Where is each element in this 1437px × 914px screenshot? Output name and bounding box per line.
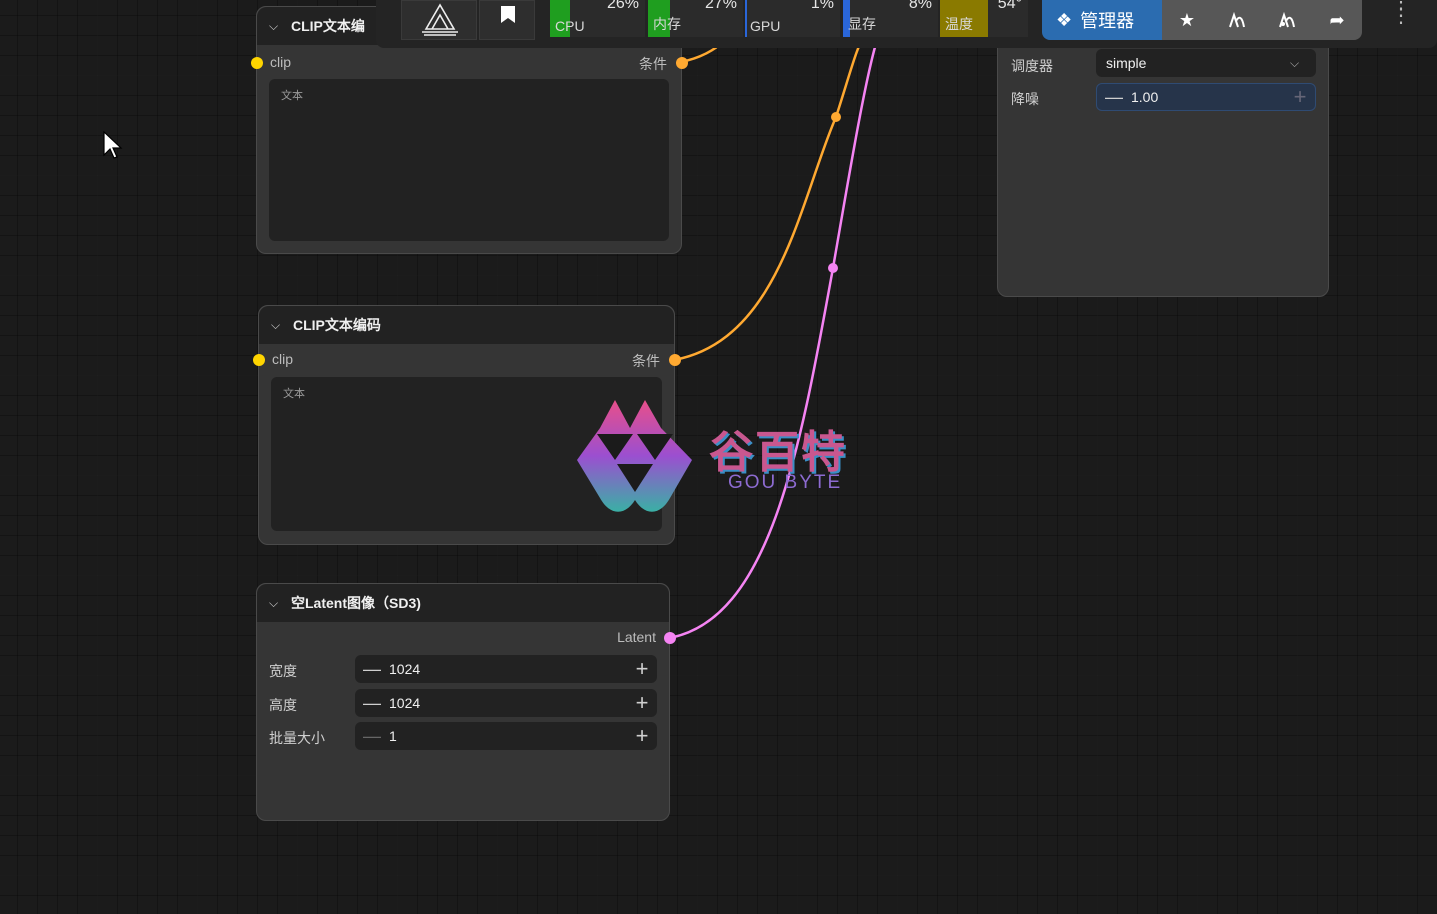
text-placeholder: 文本: [281, 90, 303, 102]
collapse-chevron-icon[interactable]: ⌵: [271, 318, 293, 333]
condition-output-label: 条件: [632, 353, 660, 369]
ram-value: 27%: [704, 0, 737, 12]
batch-size-stepper[interactable]: — 1 +: [355, 722, 657, 750]
graph-icon[interactable]: [1212, 0, 1262, 40]
batch-size-value[interactable]: 1: [389, 728, 627, 744]
mouse-cursor-icon: [103, 131, 123, 159]
width-label: 宽度: [269, 663, 297, 679]
scheduler-select[interactable]: simple ⌵: [1096, 49, 1316, 77]
watermark-logo: 谷百特 GOU BYTE: [575, 398, 865, 521]
decrement-icon[interactable]: —: [355, 659, 389, 680]
scheduler-value[interactable]: simple: [1106, 55, 1290, 71]
decrement-icon[interactable]: —: [1097, 87, 1131, 108]
node-header[interactable]: ⌵ 空Latent图像（SD3): [257, 584, 669, 622]
decrement-icon[interactable]: —: [355, 693, 389, 714]
manager-label: 管理器: [1080, 11, 1135, 31]
increment-icon[interactable]: +: [627, 658, 657, 680]
vram-value: 8%: [908, 0, 932, 12]
manager-button[interactable]: ❖ 管理器: [1042, 0, 1162, 40]
kebab-menu-icon[interactable]: ⋮ ⋮: [1391, 0, 1411, 26]
chevron-down-icon: ⌵: [1290, 55, 1300, 70]
cpu-value: 26%: [606, 0, 639, 12]
gpu-value: 1%: [810, 0, 834, 12]
width-value[interactable]: 1024: [389, 661, 627, 677]
clip-input-dot[interactable]: [251, 57, 263, 69]
increment-icon[interactable]: +: [1285, 86, 1315, 108]
wire-condition-2[interactable]: [673, 39, 864, 362]
height-label: 高度: [269, 697, 297, 713]
latent-output-label: Latent: [617, 629, 656, 645]
temperature-value: 54°: [997, 0, 1022, 12]
gpu-monitor: 1% GPU: [745, 0, 840, 37]
watermark-brand-cn: 谷百特: [709, 428, 847, 477]
node-title: CLIP文本编: [291, 18, 365, 34]
clip-input-label: clip: [272, 351, 294, 367]
gpu-bar: [745, 0, 747, 37]
wire-latent[interactable]: [668, 39, 879, 640]
condition-output-label: 条件: [639, 56, 667, 72]
vram-monitor: 8% 显存: [843, 0, 938, 37]
gpu-label: GPU: [750, 18, 781, 34]
vram-label: 显存: [848, 16, 876, 32]
empty-latent-sd3-node[interactable]: ⌵ 空Latent图像（SD3) Latent 宽度 — 1024 + 高度 —…: [256, 583, 676, 821]
collapse-chevron-icon[interactable]: ⌵: [269, 19, 291, 34]
condition-output-dot[interactable]: [676, 57, 688, 69]
comfy-logo-icon[interactable]: [401, 0, 477, 40]
height-stepper[interactable]: — 1024 +: [355, 689, 657, 717]
graph-alt-icon[interactable]: [1262, 0, 1312, 40]
watermark-emblem: [577, 400, 692, 512]
ram-monitor: 27% 内存: [648, 0, 743, 37]
bookmark-icon[interactable]: [479, 0, 535, 40]
clip-input-dot[interactable]: [253, 354, 265, 366]
share-icon[interactable]: ➦: [1312, 0, 1362, 40]
wire-reroute-orange[interactable]: [831, 112, 841, 122]
height-value[interactable]: 1024: [389, 695, 627, 711]
increment-icon[interactable]: +: [627, 725, 657, 747]
node-header[interactable]: ⌵ CLIP文本编码: [259, 306, 674, 344]
cpu-monitor: 26% CPU: [550, 0, 645, 37]
collapse-chevron-icon[interactable]: ⌵: [269, 596, 291, 611]
puzzle-icon: ❖: [1056, 9, 1073, 30]
top-toolbar: 26% CPU 27% 内存 1% GPU 8% 显存 54° 温度 ❖ 管理器…: [376, 0, 1437, 48]
wire-reroute-pink[interactable]: [828, 263, 838, 273]
denoise-label: 降噪: [1011, 91, 1039, 107]
ram-label: 内存: [653, 16, 681, 32]
cpu-label: CPU: [555, 18, 585, 34]
text-placeholder: 文本: [283, 388, 305, 400]
condition-output-dot[interactable]: [669, 354, 681, 366]
batch-size-label: 批量大小: [269, 730, 325, 746]
denoise-value[interactable]: 1.00: [1131, 89, 1285, 105]
clip-input-label: clip: [270, 54, 292, 70]
node-title: 空Latent图像（SD3): [291, 595, 421, 611]
latent-output-dot[interactable]: [664, 632, 676, 644]
temperature-monitor: 54° 温度: [940, 0, 1028, 37]
increment-icon[interactable]: +: [627, 692, 657, 714]
watermark-brand-en: GOU BYTE: [728, 472, 843, 493]
temperature-label: 温度: [945, 16, 973, 32]
node-title: CLIP文本编码: [293, 317, 381, 333]
width-stepper[interactable]: — 1024 +: [355, 655, 657, 683]
text-input[interactable]: 文本: [269, 79, 669, 241]
scheduler-label: 调度器: [1011, 58, 1053, 74]
star-icon[interactable]: ★: [1162, 0, 1212, 40]
decrement-icon[interactable]: —: [355, 726, 389, 747]
denoise-stepper[interactable]: — 1.00 +: [1096, 83, 1316, 111]
